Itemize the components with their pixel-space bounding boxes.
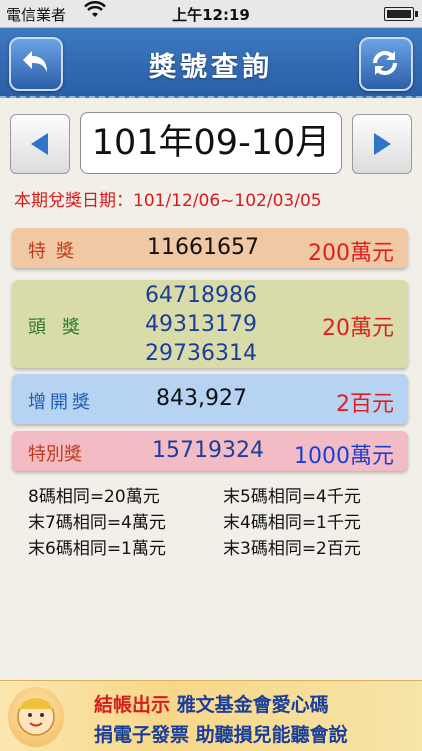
claim-period-text: 本期兌獎日期：101/12/06~102/03/05 <box>14 191 322 211</box>
grand-prize-number: 29736314 <box>145 341 257 366</box>
triangle-right-icon <box>374 133 391 155</box>
super-prize-number: 15719324 <box>152 438 264 463</box>
next-period-button[interactable] <box>352 114 412 174</box>
super-prize-panel: 特別獎 15719324 1000萬元 <box>12 431 408 471</box>
special-prize-label: 特獎 <box>28 241 84 262</box>
previous-period-button[interactable] <box>10 114 70 174</box>
grand-prize-number: 49313179 <box>145 312 257 337</box>
prize-rule: 末7碼相同=4萬元 <box>28 513 166 533</box>
prize-rule: 8碼相同=20萬元 <box>28 487 160 507</box>
special-prize-panel: 特獎 11661657 200萬元 <box>12 228 408 268</box>
clock: 上午12:19 <box>172 6 250 24</box>
triangle-left-icon <box>31 133 48 155</box>
ad-line-1: 結帳出示 雅文基金會愛心碼 <box>94 690 329 717</box>
additional-prize-panel: 增開獎 843,927 2百元 <box>12 374 408 424</box>
period-display: 101年09-10月 <box>80 112 342 174</box>
ad-line-1-part-b: 雅文基金會愛心碼 <box>176 694 329 716</box>
status-bar: 電信業者 上午12:19 <box>0 0 422 28</box>
prize-rule: 末5碼相同=4千元 <box>223 487 361 507</box>
grand-prize-label: 頭獎 <box>28 317 96 338</box>
mascot-image <box>8 687 64 747</box>
grand-prize-number: 64718986 <box>145 283 257 308</box>
additional-prize-amount: 2百元 <box>336 392 394 417</box>
nav-bar: 獎號查詢 <box>0 28 422 98</box>
prize-rule: 末3碼相同=2百元 <box>223 539 361 559</box>
ad-line-1-part-a: 結帳出示 <box>94 694 171 716</box>
prize-rules-right-column: 末5碼相同=4千元 末4碼相同=1千元 末3碼相同=2百元 <box>223 484 361 562</box>
super-prize-label: 特別獎 <box>28 444 82 465</box>
ad-banner[interactable]: 結帳出示 雅文基金會愛心碼 捐電子發票 助聽損兒能聽會說 <box>0 680 422 751</box>
additional-prize-label: 增開獎 <box>28 392 94 413</box>
ad-line-2-part-a: 捐電子發票 <box>94 724 190 746</box>
grand-prize-panel: 頭獎 64718986 49313179 29736314 20萬元 <box>12 280 408 368</box>
refresh-icon <box>373 51 397 75</box>
ad-line-2: 捐電子發票 助聽損兒能聽會說 <box>94 720 348 747</box>
special-prize-amount: 200萬元 <box>308 241 394 266</box>
battery-icon <box>384 7 418 21</box>
grand-prize-amount: 20萬元 <box>322 316 394 341</box>
ad-line-2-part-b: 助聽損兒能聽會說 <box>195 724 348 746</box>
prize-rules-left-column: 8碼相同=20萬元 末7碼相同=4萬元 末6碼相同=1萬元 <box>28 484 166 562</box>
super-prize-amount: 1000萬元 <box>294 444 394 469</box>
special-prize-number: 11661657 <box>147 235 259 260</box>
refresh-button[interactable] <box>359 37 413 91</box>
prize-rule: 末6碼相同=1萬元 <box>28 539 166 559</box>
prize-rule: 末4碼相同=1千元 <box>223 513 361 533</box>
additional-prize-number: 843,927 <box>156 386 247 411</box>
